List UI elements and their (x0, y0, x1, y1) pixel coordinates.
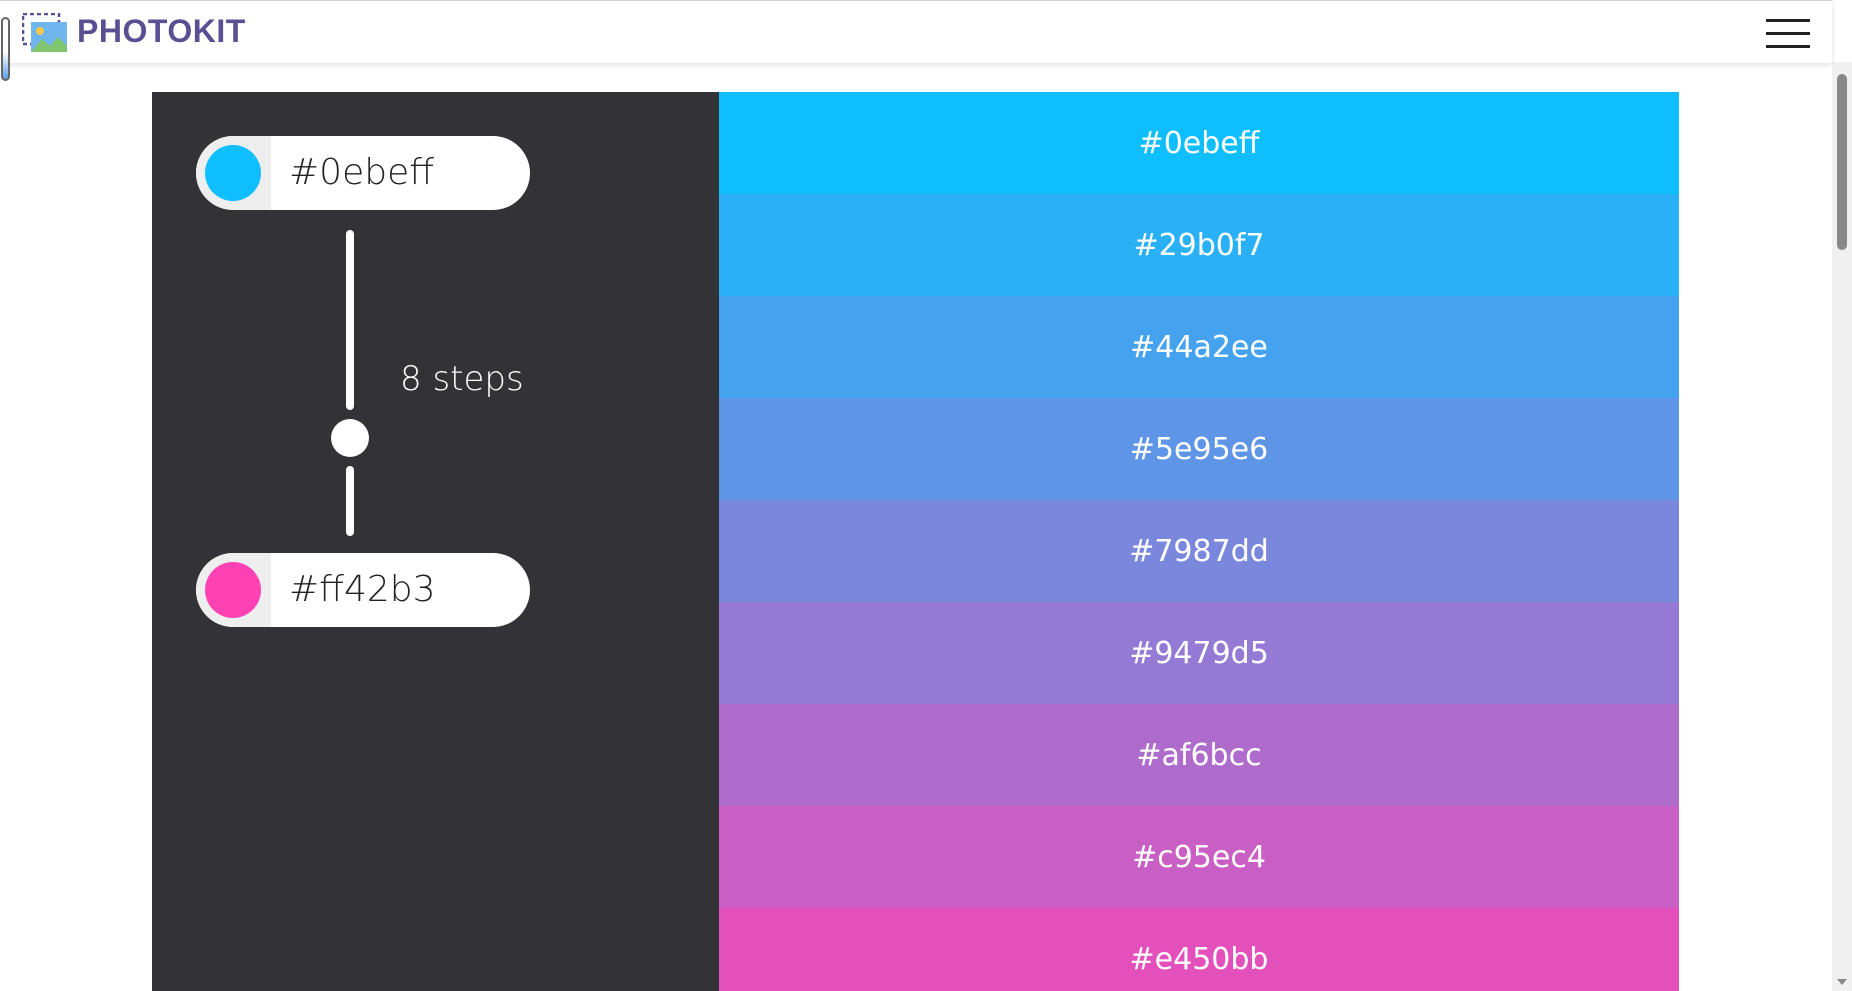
start-color-picker[interactable]: #0ebeff (196, 136, 530, 210)
end-color-picker[interactable]: #ff42b3 (196, 553, 530, 627)
top-navbar: PHOTOKIT (0, 0, 1832, 63)
side-drag-handle[interactable] (1, 17, 10, 81)
palette-color-stripe[interactable]: #e450bb (719, 908, 1679, 991)
page: PHOTOKIT #0ebeff 8 steps #ff42b3 #0ebeff… (0, 0, 1852, 991)
steps-label: 8 steps (400, 359, 524, 399)
scrollbar-thumb[interactable] (1837, 74, 1847, 250)
steps-slider-thumb[interactable] (331, 419, 369, 457)
palette-color-stripe[interactable]: #c95ec4 (719, 806, 1679, 908)
start-color-input[interactable]: #0ebeff (289, 136, 519, 210)
palette-color-stripe[interactable]: #44a2ee (719, 296, 1679, 398)
palette-color-stripe[interactable]: #29b0f7 (719, 194, 1679, 296)
slider-track-upper (346, 230, 354, 410)
scroll-down-arrow-icon[interactable] (1837, 979, 1847, 985)
start-color-dot (205, 145, 261, 201)
gradient-controls-panel: #0ebeff 8 steps #ff42b3 (152, 92, 719, 991)
color-palette: #0ebeff #29b0f7 #44a2ee #5e95e6 #7987dd #9479… (719, 92, 1679, 991)
slider-track-lower (346, 466, 354, 536)
palette-color-stripe[interactable]: #9479d5 (719, 602, 1679, 704)
page-scrollbar[interactable] (1832, 62, 1852, 991)
end-color-dot (205, 562, 261, 618)
brand-name[interactable]: PHOTOKIT (77, 11, 246, 51)
end-color-swatch[interactable] (196, 553, 271, 627)
palette-color-stripe[interactable]: #5e95e6 (719, 398, 1679, 500)
hamburger-menu-icon[interactable] (1766, 17, 1810, 49)
end-color-input[interactable]: #ff42b3 (289, 553, 519, 627)
palette-color-stripe[interactable]: #0ebeff (719, 92, 1679, 194)
palette-color-stripe[interactable]: #af6bcc (719, 704, 1679, 806)
start-color-swatch[interactable] (196, 136, 271, 210)
palette-color-stripe[interactable]: #7987dd (719, 500, 1679, 602)
image-gallery-icon[interactable] (22, 13, 68, 53)
steps-slider[interactable] (330, 230, 370, 540)
